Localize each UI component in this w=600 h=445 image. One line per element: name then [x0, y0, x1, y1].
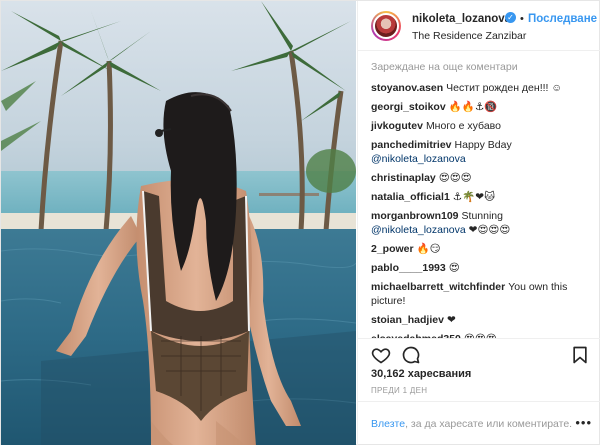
comment-item: pablo____1993 😍 — [371, 261, 590, 275]
login-link[interactable]: Влезте — [371, 418, 405, 430]
post-timestamp[interactable]: ПРЕДИ 1 ДЕН — [371, 386, 427, 395]
likes-count[interactable]: 30,162 харесвания — [371, 368, 471, 380]
comment-container: stoyanov.asen Честит рожден ден!!! ☺ georg… — [371, 81, 590, 338]
login-prompt: Влезте, за да харесате или коментирате. … — [358, 401, 600, 445]
comment-item: christinaplay 😍😍😍 — [371, 171, 590, 185]
comment-text: 😍😍😍 — [438, 172, 472, 184]
login-text: Влезте, за да харесате или коментирате. — [371, 418, 572, 430]
more-options-icon[interactable]: ••• — [575, 415, 592, 430]
comment-username[interactable]: georgi_stoikov — [371, 101, 446, 113]
comment-username[interactable]: stoyanov.asen — [371, 82, 443, 94]
comment-item: morganbrown109 Stunning @nikoleta_lozanov… — [371, 209, 590, 237]
comment-text-after: ❤😍😍😍 — [465, 224, 511, 236]
comment-username[interactable]: natalia_official1 — [371, 191, 450, 203]
load-more-comments-button[interactable]: Зареждане на още коментари — [371, 61, 590, 73]
comment-text: 😍 — [448, 262, 460, 274]
comment-text: Happy Bday — [454, 139, 512, 151]
comment-text: ⚓🌴❤🐱 — [452, 191, 496, 203]
comment-item: stoian_hadjiev ❤ — [371, 313, 590, 327]
comment-mention[interactable]: @nikoleta_lozanova — [371, 153, 466, 165]
comment-text: Честит рожден ден!!! ☺ — [446, 82, 563, 94]
comment-mention[interactable]: @nikoleta_lozanova — [371, 224, 466, 236]
login-suffix: , за да харесате или коментирате. — [405, 418, 573, 430]
comment-username[interactable]: jivkogutev — [371, 120, 423, 132]
post-header: nikoleta_lozanova ✓ • Последване The Res… — [358, 1, 600, 51]
comments-list[interactable]: Зареждане на още коментари stoyanov.asen… — [358, 51, 600, 338]
location-link[interactable]: The Residence Zanzibar — [412, 30, 526, 42]
comment-item: stoyanov.asen Честит рожден ден!!! ☺ — [371, 81, 590, 95]
comment-username[interactable]: panchedimitriev — [371, 139, 452, 151]
follow-button[interactable]: Последване — [528, 13, 597, 25]
comment-item: michaelbarrett_witchfinder You own this p… — [371, 280, 590, 308]
post-sidebar: nikoleta_lozanova ✓ • Последване The Res… — [357, 1, 600, 445]
action-bar — [358, 338, 600, 368]
avatar[interactable] — [371, 11, 401, 41]
comment-username[interactable]: 2_power — [371, 243, 414, 255]
comment-item: panchedimitriev Happy Bday @nikoleta_loza… — [371, 138, 590, 166]
comment-username[interactable]: christinaplay — [371, 172, 436, 184]
comment-item: natalia_official1 ⚓🌴❤🐱 — [371, 190, 590, 204]
verified-badge-icon: ✓ — [505, 12, 516, 23]
comment-item: georgi_stoikov 🔥🔥⚓🔞 — [371, 100, 590, 114]
username-link[interactable]: nikoleta_lozanova — [412, 13, 511, 25]
comment-username[interactable]: morganbrown109 — [371, 210, 459, 222]
beach-pool-photo — [1, 1, 356, 445]
comment-item: jivkogutev Много е хубаво — [371, 119, 590, 133]
separator-dot: • — [520, 13, 524, 25]
comment-text: 🔥🔥⚓🔞 — [448, 101, 498, 113]
comment-username[interactable]: michaelbarrett_witchfinder — [371, 281, 505, 293]
comment-username[interactable]: pablo____1993 — [371, 262, 446, 274]
avatar-image — [373, 13, 399, 39]
comment-icon[interactable] — [401, 345, 421, 365]
post-photo[interactable] — [1, 1, 356, 445]
instagram-post: nikoleta_lozanova ✓ • Последване The Res… — [0, 0, 600, 445]
comment-text: Много е хубаво — [425, 120, 501, 132]
heart-icon[interactable] — [371, 345, 391, 365]
bookmark-icon[interactable] — [570, 345, 590, 365]
comment-text: Stunning — [461, 210, 503, 222]
comment-item: 2_power 🔥😏 — [371, 242, 590, 256]
comment-text: 🔥😏 — [416, 243, 441, 255]
comment-text: ❤ — [446, 314, 456, 326]
comment-username[interactable]: stoian_hadjiev — [371, 314, 444, 326]
